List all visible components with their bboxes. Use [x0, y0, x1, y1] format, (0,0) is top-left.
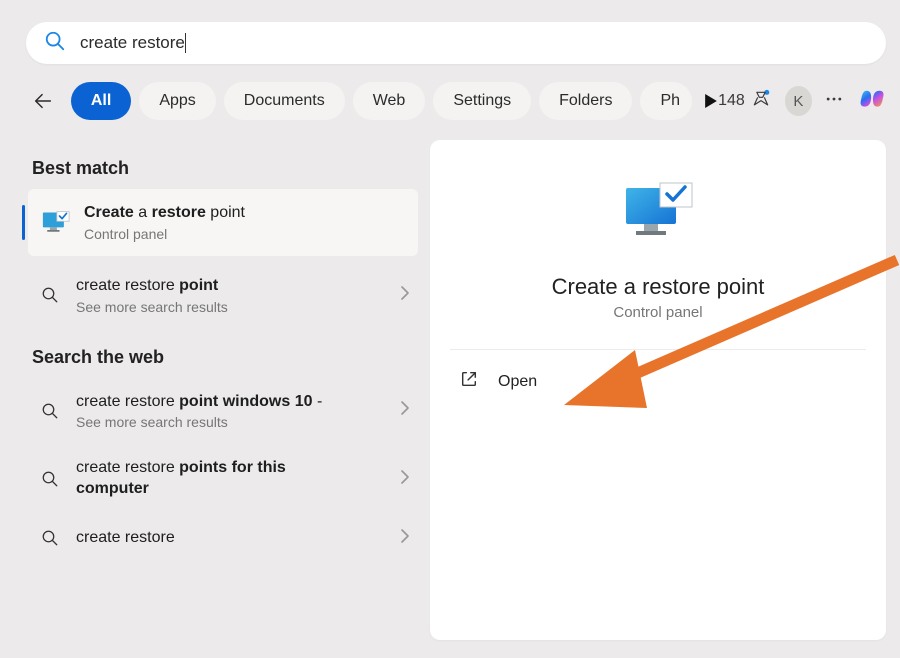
more-options-button[interactable] [824, 89, 844, 114]
suggestion-title: create restore point [76, 276, 400, 297]
chevron-right-icon [400, 286, 410, 305]
chevron-right-icon [400, 470, 410, 489]
results-column: Best match Create a restore point Contro… [28, 140, 418, 563]
web-result-2[interactable]: create restore [28, 514, 418, 563]
text-cursor [185, 33, 186, 53]
filter-tab-web[interactable]: Web [353, 82, 426, 120]
system-properties-icon-large [618, 180, 698, 250]
filter-tab-overflow[interactable]: Ph [640, 82, 692, 120]
open-label: Open [498, 373, 537, 391]
search-icon [44, 30, 66, 57]
search-icon [38, 286, 62, 304]
web-result-0[interactable]: create restore point windows 10 - See mo… [28, 378, 418, 445]
search-suggestion-point[interactable]: create restore point See more search res… [28, 262, 418, 329]
filter-tab-folders[interactable]: Folders [539, 82, 632, 120]
suggestion-subtitle: See more search results [76, 299, 400, 315]
web-result-subtitle: See more search results [76, 414, 400, 430]
preview-title: Create a restore point [430, 274, 886, 300]
filter-tabs-row: All Apps Documents Web Settings Folders … [28, 82, 888, 120]
open-external-icon [460, 370, 478, 393]
search-icon [38, 402, 62, 420]
web-result-1[interactable]: create restore points for thiscomputer [28, 444, 418, 514]
best-match-result[interactable]: Create a restore point Control panel [28, 189, 418, 256]
open-action[interactable]: Open [430, 350, 886, 413]
rewards-icon [751, 89, 771, 114]
search-input-display[interactable]: create restore [80, 33, 185, 53]
filter-tab-apps[interactable]: Apps [139, 82, 215, 120]
filter-tab-settings[interactable]: Settings [433, 82, 531, 120]
best-match-subtitle: Control panel [84, 226, 404, 242]
search-bar[interactable]: create restore [26, 22, 886, 64]
chevron-right-icon [400, 401, 410, 420]
filter-tab-documents[interactable]: Documents [224, 82, 345, 120]
user-avatar[interactable]: K [785, 86, 812, 116]
search-icon [38, 470, 62, 488]
web-result-title: create restore points for thiscomputer [76, 458, 400, 500]
web-result-title: create restore point windows 10 - [76, 392, 400, 413]
web-result-title: create restore [76, 528, 400, 549]
back-button[interactable] [28, 84, 59, 118]
best-match-title: Create a restore point [84, 203, 404, 224]
filter-tab-all[interactable]: All [71, 82, 131, 120]
chevron-right-icon [400, 529, 410, 548]
preview-subtitle: Control panel [430, 304, 886, 321]
rewards-points[interactable]: 148 [718, 89, 771, 114]
search-web-header: Search the web [32, 347, 418, 368]
best-match-header: Best match [32, 158, 418, 179]
system-properties-icon [42, 211, 70, 233]
copilot-icon[interactable] [858, 86, 888, 116]
search-icon [38, 529, 62, 547]
scroll-tabs-right[interactable] [704, 94, 718, 108]
preview-panel: Create a restore point Control panel Ope… [430, 140, 886, 640]
